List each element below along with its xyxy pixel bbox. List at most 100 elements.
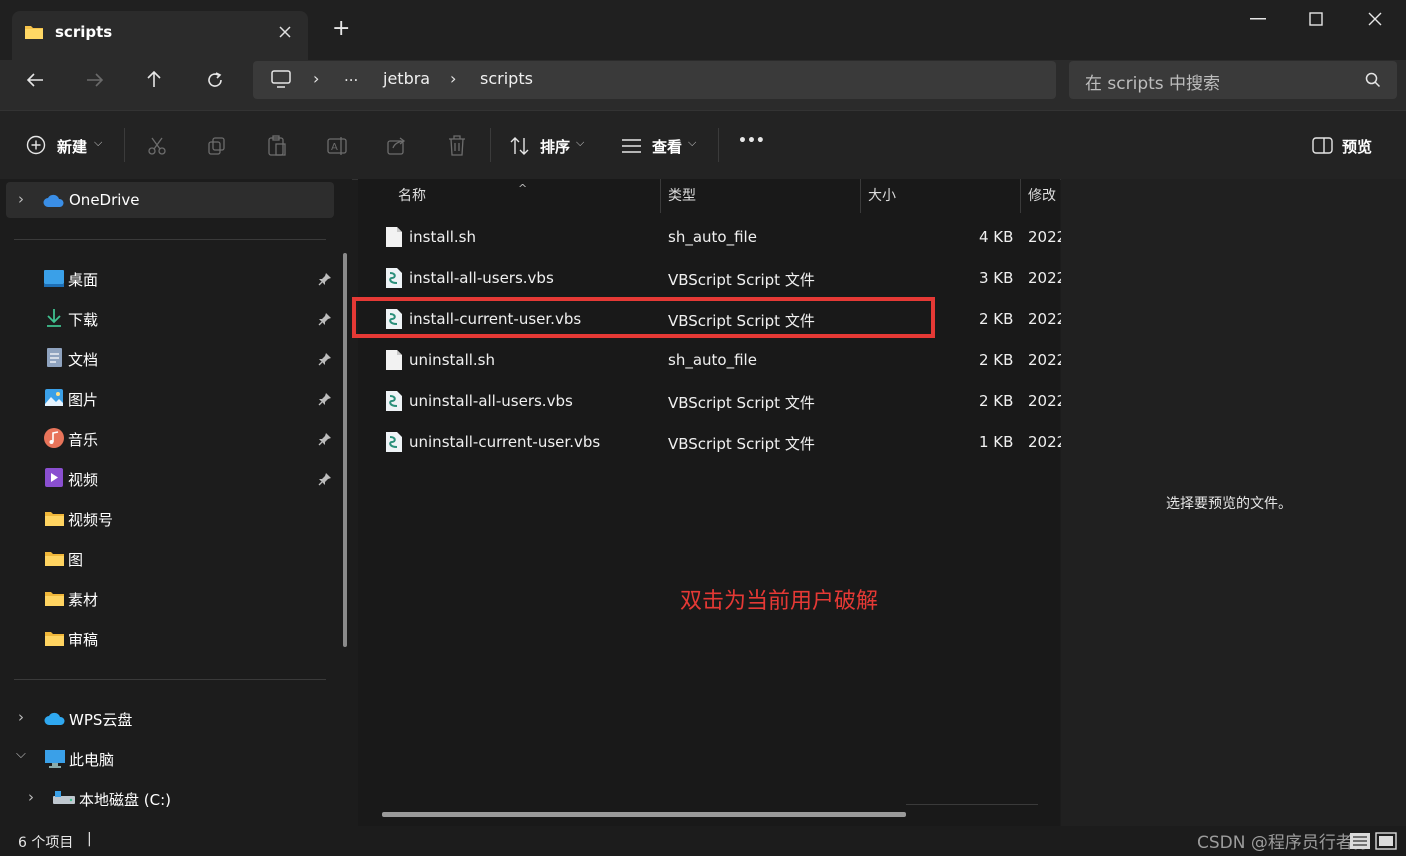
pin-icon[interactable]: [318, 272, 332, 286]
up-icon[interactable]: [146, 70, 162, 88]
desktop-icon: [44, 270, 64, 287]
sort-label: 排序: [540, 138, 571, 156]
refresh-icon[interactable]: [206, 71, 224, 89]
scrollbar-track: [906, 804, 1038, 805]
address-bar[interactable]: › ... jetbra › scripts: [253, 61, 1056, 99]
sidebar-item-desktop[interactable]: 桌面: [44, 264, 332, 294]
maximize-icon[interactable]: [1309, 12, 1323, 26]
column-header-size[interactable]: 大小: [868, 179, 896, 213]
this-pc-icon: [45, 750, 65, 768]
chevron-right-icon: ›: [313, 69, 320, 88]
copy-icon[interactable]: [207, 136, 227, 156]
search-input[interactable]: 在 scripts 中搜索: [1085, 69, 1220, 94]
file-size: 2 KB: [979, 392, 1014, 410]
file-name: install-all-users.vbs: [409, 269, 554, 287]
cut-icon[interactable]: [147, 136, 167, 156]
column-header-type[interactable]: 类型: [668, 179, 696, 213]
toolbar-divider: [490, 128, 491, 162]
share-icon[interactable]: [387, 136, 407, 156]
breadcrumb-overflow[interactable]: ...: [344, 67, 358, 85]
column-divider[interactable]: [1020, 179, 1021, 213]
sidebar-item-folder[interactable]: 视频号: [44, 504, 332, 534]
pin-icon[interactable]: [318, 352, 332, 366]
search-box[interactable]: 在 scripts 中搜索: [1069, 61, 1397, 99]
chevron-right-icon[interactable]: ›: [18, 708, 24, 726]
new-tab-button[interactable]: +: [332, 16, 350, 41]
file-type: VBScript Script 文件: [668, 435, 815, 453]
sidebar-item-local-disk[interactable]: › 本地磁盘 (C:): [24, 784, 332, 814]
pin-icon[interactable]: [318, 312, 332, 326]
sidebar-item-pictures[interactable]: 图片: [44, 384, 332, 414]
sidebar-item-downloads[interactable]: 下载: [44, 304, 332, 334]
breadcrumb-scripts[interactable]: scripts: [480, 69, 533, 88]
column-divider[interactable]: [860, 179, 861, 213]
folder-icon: [45, 632, 64, 646]
chevron-right-icon: ›: [450, 69, 457, 88]
computer-icon[interactable]: [271, 70, 291, 88]
sidebar-item-documents[interactable]: 文档: [44, 344, 332, 374]
pin-icon[interactable]: [318, 432, 332, 446]
file-row[interactable]: uninstall.sh sh_auto_file 2 KB 2022: [358, 342, 1066, 380]
forward-icon[interactable]: [86, 72, 104, 88]
sort-button[interactable]: 排序 ⌵: [509, 135, 589, 157]
rename-icon[interactable]: A: [327, 136, 349, 156]
sidebar-item-label: 下载: [68, 311, 99, 329]
file-row[interactable]: uninstall-all-users.vbs VBScript Script …: [358, 383, 1066, 421]
preview-pane-button[interactable]: 预览: [1312, 135, 1378, 157]
tiles-view-icon[interactable]: [1375, 832, 1397, 850]
chevron-right-icon[interactable]: ›: [18, 190, 24, 208]
view-button[interactable]: 查看 ⌵: [621, 135, 701, 157]
sidebar-item-folder[interactable]: 图: [44, 544, 332, 574]
search-icon[interactable]: [1365, 72, 1381, 88]
sidebar-item-wps-cloud[interactable]: › WPS云盘: [14, 704, 332, 734]
preview-pane-icon: [1312, 137, 1333, 154]
cloud-icon: [44, 712, 65, 725]
delete-icon[interactable]: [447, 135, 467, 157]
column-header-modified[interactable]: 修改: [1028, 179, 1056, 213]
sidebar-item-this-pc[interactable]: ⌵ 此电脑: [14, 744, 332, 774]
back-icon[interactable]: [26, 72, 44, 88]
view-icon: [622, 139, 641, 153]
sidebar-item-folder[interactable]: 素材: [44, 584, 332, 614]
generic-file-icon: [386, 227, 402, 247]
more-options-button[interactable]: •••: [738, 133, 765, 149]
sidebar-item-label: 视频: [68, 471, 99, 489]
pin-icon[interactable]: [318, 392, 332, 406]
new-button[interactable]: 新建 ⌵: [26, 135, 116, 157]
file-size: 3 KB: [979, 269, 1014, 287]
window-close-icon[interactable]: [1368, 12, 1382, 26]
file-name: install.sh: [409, 228, 476, 246]
close-icon[interactable]: [278, 25, 292, 39]
sidebar-item-videos[interactable]: 视频: [44, 464, 332, 494]
drive-icon: [53, 791, 75, 804]
column-divider[interactable]: [660, 179, 661, 213]
chevron-right-icon[interactable]: ›: [28, 788, 34, 806]
sidebar-item-music[interactable]: 音乐: [44, 424, 332, 454]
paste-icon[interactable]: [267, 135, 287, 157]
file-row[interactable]: install.sh sh_auto_file 4 KB 2022: [358, 219, 1066, 257]
details-view-icon[interactable]: [1349, 832, 1371, 850]
column-header-name[interactable]: 名称: [398, 179, 426, 213]
sidebar-item-label: 本地磁盘 (C:): [79, 791, 171, 809]
sort-ascending-icon: ^: [518, 182, 528, 195]
sidebar-scrollbar[interactable]: [343, 253, 347, 647]
file-size: 2 KB: [979, 351, 1014, 369]
video-icon: [45, 468, 63, 487]
file-row[interactable]: install-all-users.vbs VBScript Script 文件…: [358, 260, 1066, 298]
status-divider: |: [87, 831, 92, 847]
sidebar-item-onedrive[interactable]: › OneDrive: [6, 182, 334, 218]
sidebar-item-label: 审稿: [68, 631, 99, 649]
tab-scripts[interactable]: scripts: [12, 11, 308, 60]
file-type: VBScript Script 文件: [668, 271, 815, 289]
horizontal-scrollbar[interactable]: [382, 812, 906, 817]
item-count: 6 个项目: [18, 835, 74, 851]
sidebar-item-folder[interactable]: 审稿: [44, 624, 332, 654]
onedrive-icon: [43, 194, 64, 207]
file-name: uninstall-all-users.vbs: [409, 392, 573, 410]
pin-icon[interactable]: [318, 472, 332, 486]
command-bar: 新建 ⌵ A 排序 ⌵ 查看 ⌵ ••• 预览: [0, 110, 1406, 180]
minimize-icon[interactable]: [1250, 18, 1266, 20]
file-row[interactable]: uninstall-current-user.vbs VBScript Scri…: [358, 424, 1066, 462]
chevron-down-icon[interactable]: ⌵: [16, 747, 26, 762]
breadcrumb-jetbra[interactable]: jetbra: [383, 69, 430, 88]
